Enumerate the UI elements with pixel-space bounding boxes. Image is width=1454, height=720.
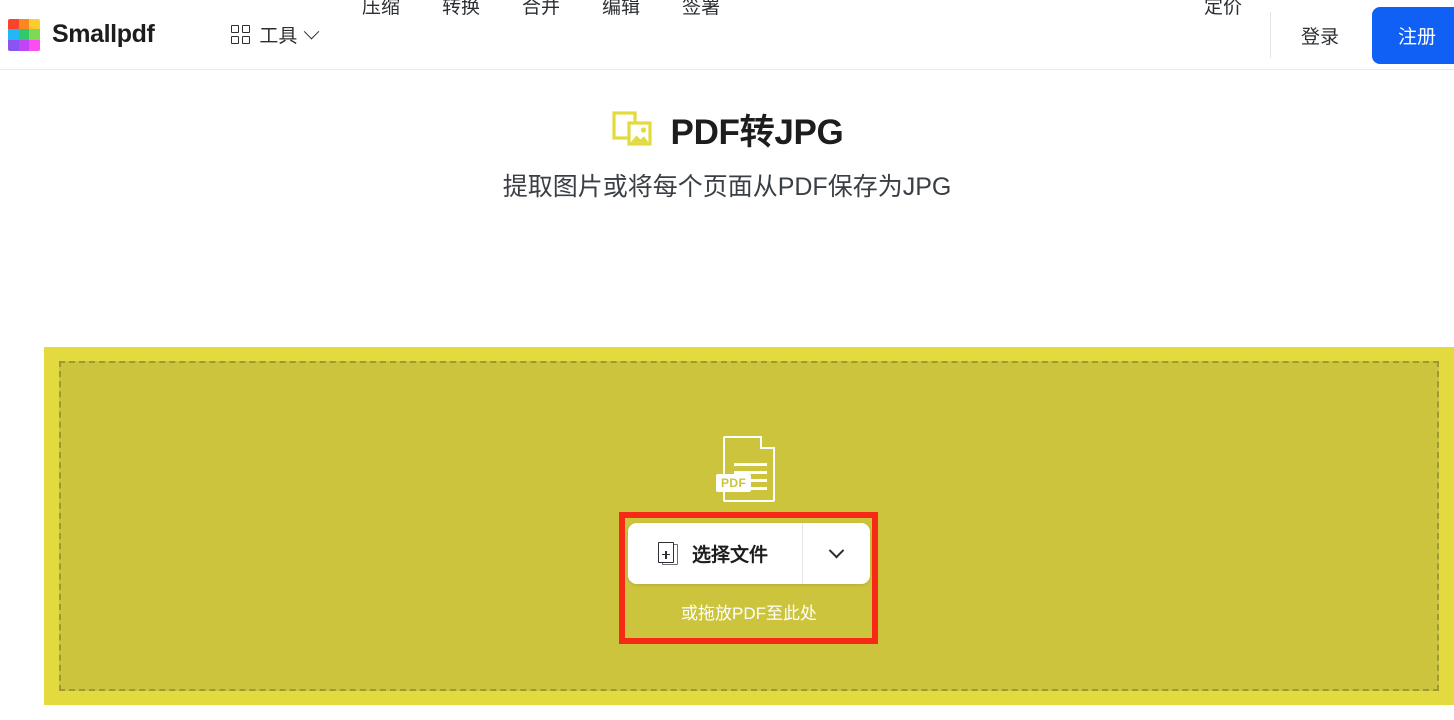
drag-drop-hint: 或拖放PDF至此处 — [681, 604, 817, 623]
logo-cell-2 — [18, 18, 30, 30]
logo-cell-4 — [8, 29, 19, 40]
nav-item-merge[interactable]: 合并 — [522, 0, 560, 19]
logo-cell-7 — [8, 39, 19, 51]
grid-cell — [242, 36, 251, 44]
file-dropzone-inner[interactable]: PDF 选择文件 或拖放PDF至此处 — [59, 361, 1439, 691]
logo-cell-9 — [29, 39, 40, 51]
signup-button[interactable]: 注册 — [1371, 6, 1454, 64]
grid-cell — [231, 25, 240, 33]
pdf-to-image-icon — [611, 110, 652, 146]
page-subtitle: 提取图片或将每个页面从PDF保存为JPG — [502, 173, 952, 201]
nav-item-convert[interactable]: 转换 — [442, 0, 480, 19]
logo-cell-1 — [8, 18, 19, 30]
tools-menu-label: 工具 — [259, 26, 298, 47]
file-plus-vertical — [665, 550, 667, 559]
chevron-down-icon — [828, 542, 845, 559]
nav-item-pricing[interactable]: 定价 — [1204, 0, 1242, 22]
nav-item-edit[interactable]: 编辑 — [602, 0, 640, 19]
login-link[interactable]: 登录 — [1301, 22, 1339, 49]
choose-file-dropdown-toggle[interactable] — [802, 523, 870, 584]
nav-item-sign[interactable]: 签署 — [682, 0, 720, 19]
file-dropzone[interactable]: PDF 选择文件 或拖放PDF至此处 — [44, 347, 1454, 705]
page-title: PDF转JPG — [670, 113, 844, 152]
pdf-page-fold — [760, 436, 775, 449]
choose-file-label: 选择文件 — [691, 545, 768, 566]
smallpdf-logo-grid-icon — [8, 18, 40, 51]
logo-cell-8 — [18, 39, 30, 51]
chevron-down-icon — [304, 23, 320, 40]
file-plus-icon — [657, 541, 679, 566]
grid-icon — [231, 25, 251, 44]
pdf-document-icon: PDF — [716, 436, 775, 502]
grid-cell — [231, 36, 240, 44]
site-header: Smallpdf 工具 压缩 转换 合并 编辑 签署 定价 登录 注册 — [0, 0, 1454, 70]
brand-name: Smallpdf — [52, 20, 155, 48]
hero-title-row: PDF转JPG — [0, 104, 1454, 155]
brand-logo-link[interactable]: Smallpdf — [8, 18, 155, 51]
pdf-format-badge: PDF — [716, 474, 752, 492]
logo-cell-5 — [18, 29, 30, 40]
hero-section: PDF转JPG 提取图片或将每个页面从PDF保存为JPG — [0, 104, 1454, 203]
header-divider — [1269, 12, 1271, 58]
nav-item-compress[interactable]: 压缩 — [362, 0, 400, 19]
header-actions: 登录 注册 — [1269, 0, 1454, 70]
grid-cell — [242, 25, 251, 33]
logo-cell-3 — [29, 18, 40, 30]
logo-cell-6 — [29, 29, 40, 40]
choose-file-button[interactable]: 选择文件 — [627, 523, 802, 584]
choose-file-group: 选择文件 — [627, 523, 870, 584]
tools-menu-button[interactable]: 工具 — [231, 21, 320, 48]
primary-nav: 压缩 转换 合并 编辑 签署 — [362, 0, 720, 22]
pdf-text-line — [734, 463, 767, 466]
